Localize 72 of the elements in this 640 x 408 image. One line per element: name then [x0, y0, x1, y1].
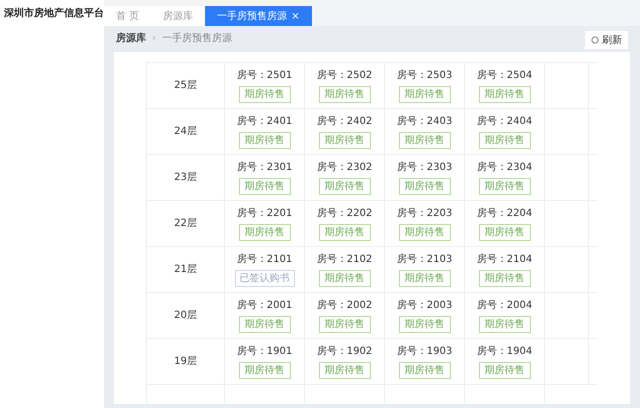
status-tag[interactable]: 期房待售 [398, 86, 450, 103]
status-tag[interactable]: 期房待售 [318, 270, 370, 287]
status-tag[interactable]: 期房待售 [318, 362, 370, 379]
room-number: 房号：2403 [396, 114, 452, 129]
room-number: 房号：2001 [236, 298, 292, 313]
close-icon[interactable]: × [291, 8, 300, 24]
status-tag[interactable]: 期房待售 [478, 178, 530, 195]
room-number: 房号：2103 [396, 252, 452, 267]
status-tag[interactable]: 期房待售 [398, 362, 450, 379]
room-number: 房号：1904 [476, 344, 532, 359]
floor-label: 23层 [174, 171, 197, 185]
room-number: 房号：2003 [396, 298, 452, 313]
status-tag[interactable]: 期房待售 [238, 224, 290, 241]
floor-label: 25层 [174, 79, 197, 93]
tab[interactable]: 首 页 [104, 6, 152, 26]
floor-label: 21层 [174, 263, 197, 277]
room-number: 房号：2401 [236, 114, 292, 129]
room-number: 房号：2402 [316, 114, 372, 129]
status-tag[interactable]: 期房待售 [398, 270, 450, 287]
status-tag[interactable]: 期房待售 [398, 224, 450, 241]
status-tag[interactable]: 已签认购书 [234, 270, 294, 287]
breadcrumb-link[interactable]: 一手房预售房源 [162, 30, 232, 46]
status-tag[interactable]: 期房待售 [238, 362, 290, 379]
room-number: 房号：2301 [236, 160, 292, 175]
tab[interactable]: 一手房预售房源 × [205, 6, 312, 26]
room-number: 房号：2104 [476, 252, 532, 267]
status-tag[interactable]: 期房待售 [238, 132, 290, 149]
room-number: 房号：2303 [396, 160, 452, 175]
status-tag[interactable]: 期房待售 [398, 316, 450, 333]
room-number: 房号：2204 [476, 206, 532, 221]
room-number: 房号：2202 [316, 206, 372, 221]
room-number: 房号：2203 [396, 206, 452, 221]
status-tag[interactable]: 期房待售 [478, 132, 530, 149]
status-tag[interactable]: 期房待售 [238, 86, 290, 103]
room-number: 房号：2302 [316, 160, 372, 175]
room-number: 房号：2102 [316, 252, 372, 267]
status-tag[interactable]: 期房待售 [478, 362, 530, 379]
room-number: 房号：2504 [476, 68, 532, 83]
status-tag[interactable]: 期房待售 [238, 178, 290, 195]
room-number: 房号：2503 [396, 68, 452, 83]
status-tag[interactable]: 期房待售 [478, 224, 530, 241]
tab[interactable]: 房源库 [151, 6, 206, 26]
breadcrumb-link[interactable]: 房源库 [116, 30, 146, 46]
status-tag[interactable]: 期房待售 [318, 178, 370, 195]
room-number: 房号：2404 [476, 114, 532, 129]
status-tag[interactable]: 期房待售 [238, 316, 290, 333]
status-tag[interactable]: 期房待售 [478, 86, 530, 103]
room-number: 房号：2502 [316, 68, 372, 83]
refresh-button[interactable]: 刷新 [585, 31, 628, 49]
status-tag[interactable]: 期房待售 [478, 316, 530, 333]
status-tag[interactable]: 期房待售 [398, 132, 450, 149]
status-tag[interactable]: 期房待售 [478, 270, 530, 287]
room-number: 房号：2002 [316, 298, 372, 313]
room-number: 房号：1901 [236, 344, 292, 359]
floor-label: 22层 [174, 217, 197, 231]
status-tag[interactable]: 期房待售 [318, 224, 370, 241]
room-number: 房号：2004 [476, 298, 532, 313]
room-number: 房号：2201 [236, 206, 292, 221]
floor-label: 19层 [174, 355, 197, 369]
app-title: 深圳市房地产信息平台 [4, 6, 104, 21]
status-tag[interactable]: 期房待售 [318, 86, 370, 103]
room-number: 房号：1902 [316, 344, 372, 359]
room-number: 房号：2101 [236, 252, 292, 267]
room-number: 房号：2304 [476, 160, 532, 175]
room-number: 房号：2501 [236, 68, 292, 83]
floor-label: 24层 [174, 125, 197, 139]
room-number: 房号：1903 [396, 344, 452, 359]
floor-label: 20层 [174, 309, 197, 323]
status-tag[interactable]: 期房待售 [398, 178, 450, 195]
breadcrumb-separator: › [152, 32, 156, 46]
status-tag[interactable]: 期房待售 [318, 132, 370, 149]
status-tag[interactable]: 期房待售 [318, 316, 370, 333]
